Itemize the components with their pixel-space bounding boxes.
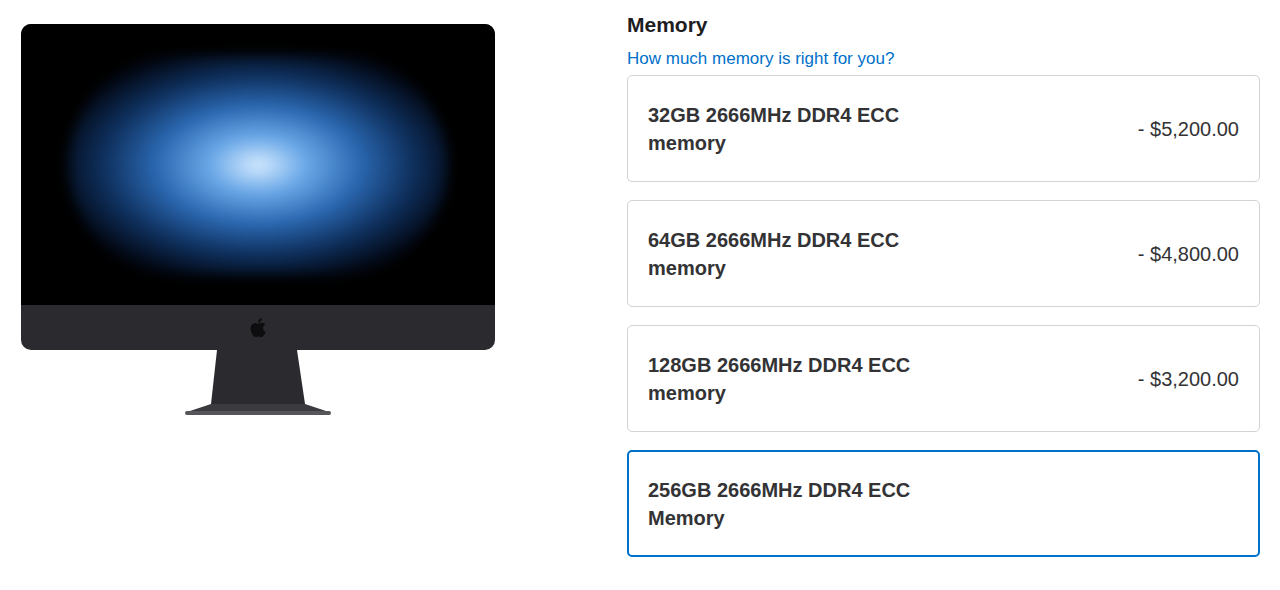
imac-icon — [21, 24, 495, 416]
option-list: 32GB 2666MHz DDR4 ECCmemory- $5,200.0064… — [627, 75, 1260, 557]
option-name: 128GB 2666MHz DDR4 ECC — [648, 351, 910, 379]
option-price: - $5,200.00 — [1138, 114, 1239, 144]
stand-icon — [183, 350, 333, 416]
option-name: 256GB 2666MHz DDR4 ECC — [648, 476, 910, 504]
memory-option[interactable]: 256GB 2666MHz DDR4 ECCMemory — [627, 450, 1260, 557]
option-name: 64GB 2666MHz DDR4 ECC — [648, 226, 899, 254]
option-label: 32GB 2666MHz DDR4 ECCmemory — [648, 101, 899, 157]
option-label: 128GB 2666MHz DDR4 ECCmemory — [648, 351, 910, 407]
option-price: - $4,800.00 — [1138, 239, 1239, 269]
option-unit: memory — [648, 254, 899, 282]
section-title: Memory — [627, 11, 1260, 39]
memory-option[interactable]: 128GB 2666MHz DDR4 ECCmemory - $3,200.00 — [627, 325, 1260, 432]
product-image — [0, 0, 627, 590]
memory-option[interactable]: 64GB 2666MHz DDR4 ECCmemory - $4,800.00 — [627, 200, 1260, 307]
option-price: - $3,200.00 — [1138, 364, 1239, 394]
option-unit: Memory — [648, 504, 910, 532]
option-unit: memory — [648, 379, 910, 407]
option-label: 256GB 2666MHz DDR4 ECCMemory — [648, 476, 910, 532]
memory-section: Memory How much memory is right for you?… — [627, 0, 1280, 590]
help-link[interactable]: How much memory is right for you? — [627, 47, 1260, 71]
option-unit: memory — [648, 129, 899, 157]
apple-logo-icon — [250, 318, 266, 337]
memory-option[interactable]: 32GB 2666MHz DDR4 ECCmemory - $5,200.00 — [627, 75, 1260, 182]
option-label: 64GB 2666MHz DDR4 ECCmemory — [648, 226, 899, 282]
option-name: 32GB 2666MHz DDR4 ECC — [648, 101, 899, 129]
